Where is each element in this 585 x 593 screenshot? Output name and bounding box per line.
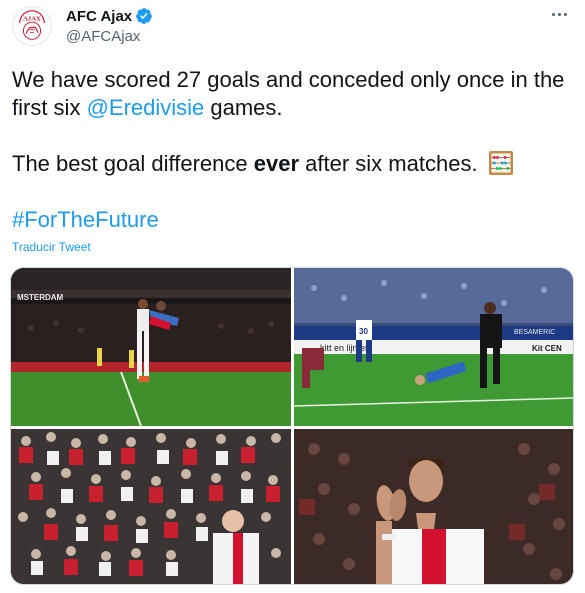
ajax-crest-icon: AJAX <box>13 7 51 45</box>
tweet-paragraph-1: We have scored 27 goals and conceded onl… <box>12 66 572 122</box>
more-dot-icon <box>557 12 561 16</box>
hashtag-link[interactable]: #ForTheFuture <box>12 207 159 232</box>
text-segment: The best goal difference <box>12 151 254 176</box>
more-options-button[interactable] <box>547 4 571 24</box>
hashtag-line: #ForTheFuture <box>12 206 159 234</box>
stadium-banner-text: BESAMERIC <box>514 329 555 336</box>
tweet-paragraph-2: The best goal difference ever after six … <box>12 150 572 178</box>
text-segment: games. <box>204 95 283 120</box>
avatar[interactable]: AJAX <box>12 6 52 46</box>
verified-badge-icon <box>136 8 152 24</box>
stadium-banner-text: MSTERDAM <box>17 293 64 302</box>
stadium-banner-text: kitt en lijmen <box>320 343 370 353</box>
translate-tweet-link[interactable]: Traducir Tweet <box>12 240 91 254</box>
photo-crowd-icon[interactable] <box>11 429 291 584</box>
svg-text:AJAX: AJAX <box>23 15 41 22</box>
stadium-banner-text: Kit CEN <box>532 344 562 353</box>
display-name[interactable]: AFC Ajax <box>66 8 132 25</box>
mention-link[interactable]: @Eredivisie <box>87 95 205 120</box>
media-grid: MSTERDAM kitt en lijmen Kit CEN BESAMERI… <box>10 267 574 585</box>
shirt-number: 30 <box>359 327 368 336</box>
abacus-icon <box>488 151 513 175</box>
more-dot-icon <box>551 12 555 16</box>
text-bold: ever <box>253 151 300 176</box>
tweet-card[interactable]: AJAX AFC Ajax @AFCAjax We have scored 27… <box>0 0 585 593</box>
name-row: AFC Ajax <box>66 6 153 26</box>
tweet-text: We have scored 27 goals and conceded onl… <box>12 66 572 178</box>
handle[interactable]: @AFCAjax <box>66 28 140 45</box>
photo-player-applauding-icon[interactable] <box>294 429 573 584</box>
photo-player-running-icon[interactable]: kitt en lijmen Kit CEN BESAMERIC 30 <box>294 268 573 426</box>
photo-players-celebrating-icon[interactable]: MSTERDAM <box>11 268 291 426</box>
more-dot-icon <box>563 12 567 16</box>
text-segment: after six matches. <box>299 151 484 176</box>
